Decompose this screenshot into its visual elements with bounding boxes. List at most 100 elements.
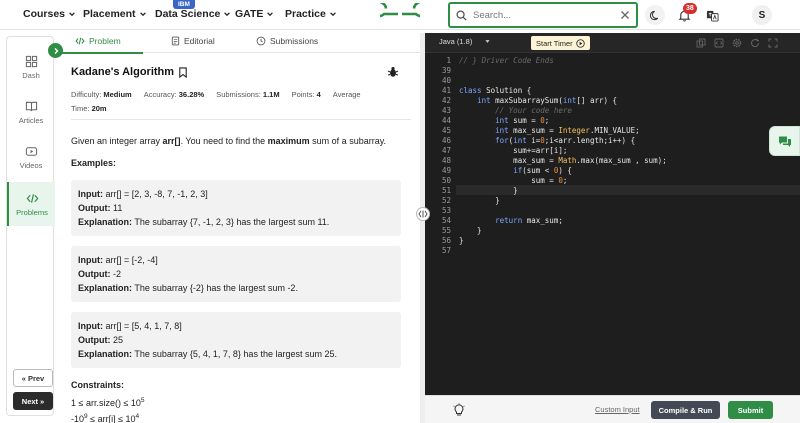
code-line[interactable]: int max_sum = Integer.MIN_VALUE; [459, 126, 640, 135]
language-select[interactable]: Java (1.8) [439, 37, 491, 46]
bug-report-icon[interactable] [387, 66, 399, 78]
explanation-label: Explanation: [78, 283, 133, 293]
code-line[interactable]: sum+=arr[i]; [459, 146, 567, 155]
code-line[interactable]: } [459, 226, 482, 235]
document-icon [171, 36, 180, 46]
submissions-value: 1.1M [262, 90, 280, 99]
tab-problem[interactable]: Problem [75, 36, 121, 46]
translate-button[interactable] [702, 5, 722, 25]
points-label: Points: [291, 90, 315, 99]
line-number: 47 [441, 146, 451, 155]
example-box: Input: arr[] = [2, 3, -8, 7, -1, 2, 3] O… [71, 180, 401, 236]
example-output: Output: -2 [78, 267, 394, 281]
copy-icon[interactable] [696, 38, 706, 48]
problem-panel: Kadane's Algorithm Difficulty: Medium Ac… [60, 56, 416, 423]
chevron-right-icon [54, 47, 58, 54]
line-number: 45 [441, 126, 451, 135]
code-line[interactable]: int maxSubarraySum(int[] arr) { [459, 96, 617, 105]
moon-icon [649, 10, 658, 20]
submit-button[interactable]: Submit [728, 401, 773, 419]
constraint-exponent: 5 [140, 397, 145, 404]
reset-icon[interactable] [750, 38, 760, 48]
close-icon[interactable] [620, 10, 630, 20]
bookmark-icon[interactable] [178, 66, 188, 78]
code-line[interactable]: // Your code here [459, 106, 572, 115]
problem-tabs: Problem Editorial Submissions [60, 33, 420, 53]
avatar[interactable]: S [752, 5, 772, 25]
line-number: 44 [441, 116, 451, 125]
nav-placement-label: Placement [83, 8, 136, 20]
code-line[interactable]: } [459, 236, 464, 245]
explanation-value: The subarray {7, -1, 2, 3} has the large… [134, 217, 330, 227]
line-number-gutter: 1 39 40 41 42 43 44 45 46 47 48 49 50 51 52 53 54 55 56 57 [425, 53, 455, 393]
output-label: Output: [78, 269, 111, 279]
line-number: 49 [441, 166, 451, 175]
code-line[interactable]: int sum = 0; [459, 116, 549, 125]
submissions-label: Submissions: [216, 90, 261, 99]
next-button[interactable]: Next » [13, 392, 53, 410]
double-chevron-left-icon: « [21, 373, 26, 383]
sidebar-toggle-button[interactable] [48, 43, 63, 58]
nav-gate[interactable]: GATE [235, 8, 274, 20]
code-line[interactable]: return max_sum; [459, 216, 563, 225]
search-input[interactable]: Search... [473, 10, 614, 21]
active-tab-indicator [60, 52, 143, 54]
tab-label: Editorial [184, 36, 215, 46]
chevron-down-icon [224, 12, 231, 17]
code-line[interactable]: for(int i=0;i<arr.length;i++) { [459, 136, 635, 145]
search-box[interactable]: Search... [448, 2, 638, 28]
time-value: 20m [91, 104, 107, 113]
example-input: Input: arr[] = [2, 3, -8, 7, -1, 2, 3] [78, 187, 394, 201]
explanation-value: The subarray {-2} has the largest sum -2… [134, 283, 298, 293]
resize-handle[interactable] [416, 207, 430, 221]
sidebar-item-videos[interactable]: Videos [7, 137, 55, 177]
tab-label: Submissions [270, 36, 319, 46]
code-line[interactable]: } [459, 186, 518, 195]
problem-title: Kadane's Algorithm [71, 66, 188, 78]
nav-practice[interactable]: Practice [285, 8, 337, 20]
code-line[interactable]: // } Driver Code Ends [459, 56, 554, 65]
difficulty: Difficulty: Medium [71, 90, 132, 99]
translate-icon [706, 10, 719, 22]
tab-submissions[interactable]: Submissions [256, 36, 318, 46]
dashboard-icon [25, 55, 37, 67]
output-label: Output: [78, 203, 111, 213]
problem-description: Given an integer array arr[]. You need t… [71, 135, 386, 147]
chat-button[interactable] [769, 126, 800, 156]
left-sidebar: Dash Articles Videos Problems « Prev Nex… [6, 36, 55, 416]
code-line[interactable]: class Solution { [459, 86, 531, 95]
sidebar-item-problems[interactable]: Problems [7, 182, 55, 226]
constraint-text: -10 [71, 414, 85, 423]
settings-icon[interactable] [732, 38, 742, 48]
line-number: 46 [441, 136, 451, 145]
compile-run-button[interactable]: Compile & Run [651, 401, 720, 419]
line-number: 39 [441, 66, 451, 75]
average-label: Average [332, 90, 361, 99]
sidebar-item-articles[interactable]: Articles [7, 92, 55, 132]
start-timer-button[interactable]: Start Timer [531, 36, 590, 50]
explanation-label: Explanation: [78, 349, 133, 359]
code-line[interactable]: if(sum < 0) { [459, 166, 572, 175]
code-template-icon[interactable] [714, 38, 724, 48]
custom-input-link[interactable]: Custom Input [595, 405, 640, 414]
fullscreen-icon[interactable] [768, 38, 778, 48]
dark-mode-toggle[interactable] [645, 5, 665, 25]
nav-placement[interactable]: Placement [83, 8, 147, 20]
gfg-logo[interactable] [380, 3, 420, 25]
tab-editorial[interactable]: Editorial [171, 36, 215, 46]
code-area[interactable]: // } Driver Code Ends class Solution { in… [456, 53, 800, 393]
code-line[interactable]: } [459, 196, 500, 205]
lightbulb-icon[interactable] [453, 403, 465, 417]
input-label: Input: [78, 189, 103, 199]
output-value: 25 [113, 335, 124, 345]
code-line[interactable]: max_sum = Math.max(max_sum , sum); [459, 156, 667, 165]
code-line[interactable]: sum = 0; [459, 176, 567, 185]
nav-courses[interactable]: Courses [23, 8, 76, 20]
time-label: Time: [71, 104, 90, 113]
prev-button[interactable]: « Prev [13, 369, 53, 387]
input-value: arr[] = [2, 3, -8, 7, -1, 2, 3] [105, 189, 208, 199]
nav-data-science[interactable]: Data Science [155, 8, 231, 20]
chevron-down-icon [69, 12, 75, 17]
line-number: 48 [441, 156, 451, 165]
language-value: Java (1.8) [439, 37, 473, 46]
